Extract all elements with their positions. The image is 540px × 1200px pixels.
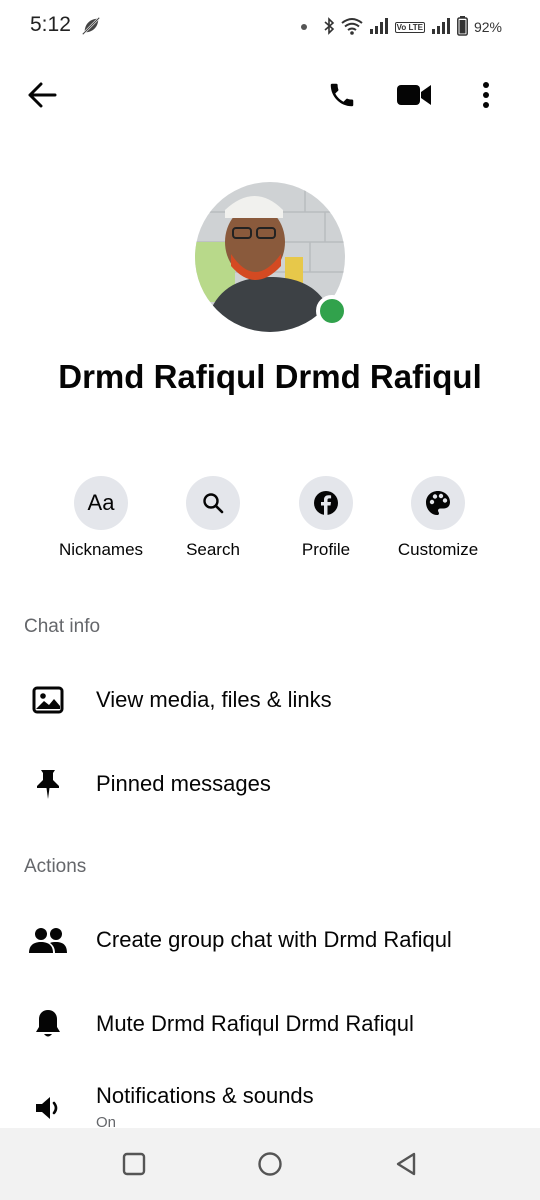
- view-media-label: View media, files & links: [96, 687, 332, 712]
- notifications-sounds-row[interactable]: Notifications & sounds On: [0, 1076, 540, 1136]
- section-title-actions: Actions: [24, 856, 87, 877]
- home-button[interactable]: [246, 1142, 294, 1186]
- view-media-row[interactable]: View media, files & links: [0, 670, 540, 730]
- search-button[interactable]: Search: [153, 476, 273, 560]
- notification-dot-icon: [300, 24, 307, 30]
- customize-label: Customize: [397, 540, 479, 559]
- notifications-sounds-label: Notifications & sounds: [96, 1083, 314, 1108]
- pinned-messages-label: Pinned messages: [96, 771, 271, 796]
- back-arrow-icon: [28, 82, 57, 108]
- top-bar: [0, 62, 540, 128]
- profile-button[interactable]: Profile: [266, 476, 386, 560]
- pin-icon: [28, 764, 68, 804]
- profile-avatar[interactable]: [195, 182, 348, 332]
- phone-icon: [330, 83, 354, 107]
- customize-button[interactable]: Customize: [378, 476, 498, 560]
- more-vertical-icon: [483, 82, 489, 108]
- people-icon: [28, 920, 68, 960]
- palette-icon: [411, 476, 465, 530]
- speaker-icon: [28, 1088, 68, 1128]
- status-icons: Vo LTE 92%: [300, 15, 502, 39]
- status-time: 5:12: [30, 13, 71, 36]
- wifi-icon: [340, 17, 363, 38]
- quick-actions: Aa Nicknames Search Profile Customize: [0, 476, 540, 566]
- pinned-messages-row[interactable]: Pinned messages: [0, 754, 540, 814]
- home-circle-icon: [258, 1152, 282, 1176]
- battery-percent: 92%: [473, 19, 502, 35]
- nicknames-label: Nicknames: [58, 540, 144, 559]
- search-label: Search: [186, 540, 240, 559]
- section-title-chat-info: Chat info: [24, 616, 101, 637]
- more-options-button[interactable]: [464, 70, 508, 120]
- back-button[interactable]: [20, 70, 64, 120]
- bell-icon: [28, 1004, 68, 1044]
- video-camera-icon: [397, 85, 431, 105]
- status-bar: 5:12 Vo LTE 92%: [0, 0, 540, 52]
- create-group-chat-row[interactable]: Create group chat with Drmd Rafiqul: [0, 910, 540, 970]
- mute-label: Mute Drmd Rafiqul Drmd Rafiqul: [96, 1011, 414, 1036]
- audio-call-button[interactable]: [320, 70, 364, 120]
- signal-icon-2: [431, 17, 451, 37]
- back-nav-button[interactable]: [382, 1142, 430, 1186]
- leaf-notification-icon: [80, 15, 102, 42]
- battery-icon: [457, 15, 468, 39]
- create-group-chat-label: Create group chat with Drmd Rafiqul: [96, 927, 452, 952]
- profile-label: Profile: [301, 540, 351, 559]
- volte-badge: Vo LTE: [394, 21, 425, 33]
- back-triangle-icon: [396, 1152, 416, 1176]
- profile-name: Drmd Rafiqul Drmd Rafiqul: [58, 358, 482, 395]
- facebook-icon: [299, 476, 353, 530]
- mute-row[interactable]: Mute Drmd Rafiqul Drmd Rafiqul: [0, 994, 540, 1054]
- signal-icon: [369, 17, 389, 37]
- video-call-button[interactable]: [392, 70, 436, 120]
- bluetooth-icon: [323, 16, 335, 38]
- nicknames-icon: Aa: [74, 476, 128, 530]
- online-status-indicator: [316, 295, 348, 327]
- nicknames-button[interactable]: Aa Nicknames: [41, 476, 161, 560]
- system-navigation-bar: [0, 1128, 540, 1200]
- search-icon: [186, 476, 240, 530]
- recents-square-icon: [122, 1152, 146, 1176]
- image-icon: [28, 680, 68, 720]
- recents-button[interactable]: [110, 1142, 158, 1186]
